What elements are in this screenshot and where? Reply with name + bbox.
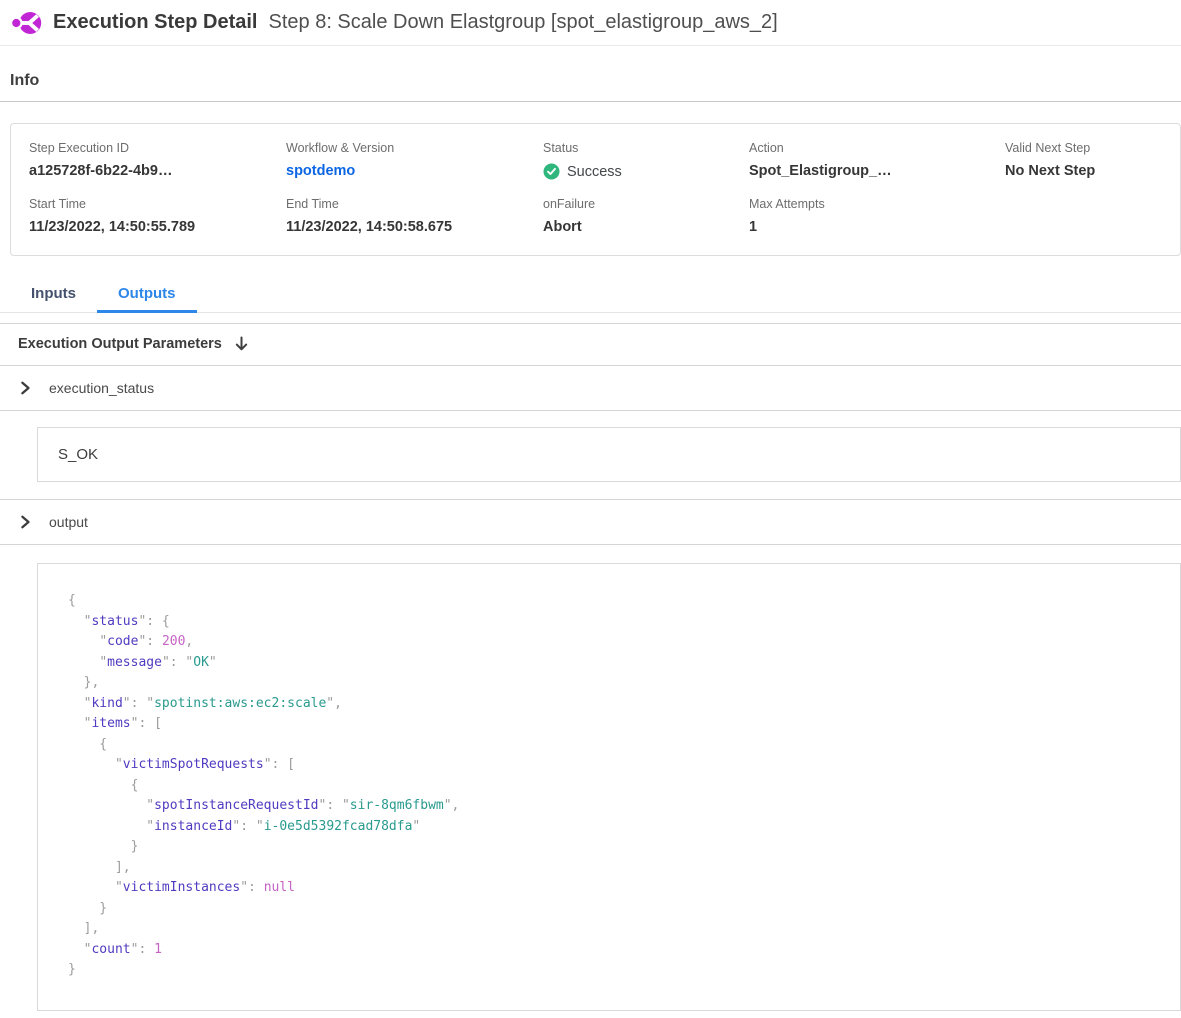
field-value: a125728f-6b22-4b9… (29, 163, 286, 179)
page-subtitle: Step 8: Scale Down Elastgroup [spot_elas… (269, 11, 778, 34)
info-card: Step Execution ID a125728f-6b22-4b9… Wor… (10, 123, 1181, 256)
field-label: Max Attempts (749, 197, 1005, 211)
io-tab-bar: Inputs Outputs (0, 277, 1181, 313)
params-heading-label: Execution Output Parameters (18, 336, 222, 352)
chevron-right-icon[interactable] (18, 515, 32, 529)
field-value: 1 (749, 219, 1005, 235)
success-check-icon (543, 163, 560, 180)
field-label: End Time (286, 197, 543, 211)
field-label: Status (543, 141, 749, 155)
field-label: Valid Next Step (1005, 141, 1162, 155)
chevron-right-icon[interactable] (18, 381, 32, 395)
field-start-time: Start Time 11/23/2022, 14:50:55.789 (29, 197, 286, 235)
execution-output-parameters-heading: Execution Output Parameters (0, 324, 1181, 366)
field-label: Step Execution ID (29, 141, 286, 155)
field-onfailure: onFailure Abort (543, 197, 749, 235)
execution-status-row: execution_status (0, 366, 1181, 411)
field-label: Workflow & Version (286, 141, 543, 155)
field-label: Start Time (29, 197, 286, 211)
output-json-code: { "status": { "code": 200, "message": "O… (68, 591, 1150, 981)
download-outputs-icon[interactable] (234, 336, 249, 352)
status-badge: Success (567, 164, 622, 180)
execution-status-value-box: S_OK (37, 427, 1181, 482)
output-json-box: { "status": { "code": 200, "message": "O… (37, 563, 1181, 1011)
spacer-cell (1005, 197, 1162, 235)
workflow-link[interactable]: spotdemo (286, 163, 543, 179)
info-section-heading: Info (0, 72, 1181, 102)
tab-outputs[interactable]: Outputs (97, 277, 197, 312)
field-label: Action (749, 141, 1005, 155)
output-row: output (0, 500, 1181, 545)
page-title: Execution Step Detail (53, 11, 258, 34)
field-value: 11/23/2022, 14:50:58.675 (286, 219, 543, 235)
param-name-output: output (49, 514, 88, 530)
field-workflow-version: Workflow & Version spotdemo (286, 141, 543, 180)
field-label: onFailure (543, 197, 749, 211)
spacer (0, 313, 1181, 323)
field-end-time: End Time 11/23/2022, 14:50:58.675 (286, 197, 543, 235)
page-header: Execution Step Detail Step 8: Scale Down… (0, 0, 1181, 46)
field-status: Status Success (543, 141, 749, 180)
param-name-execution-status: execution_status (49, 380, 154, 396)
field-value: Abort (543, 219, 749, 235)
field-value: Spot_Elastigroup_… (749, 163, 1005, 179)
field-max-attempts: Max Attempts 1 (749, 197, 1005, 235)
tab-inputs[interactable]: Inputs (10, 277, 97, 312)
field-valid-next-step: Valid Next Step No Next Step (1005, 141, 1162, 180)
field-value: 11/23/2022, 14:50:55.789 (29, 219, 286, 235)
field-value: No Next Step (1005, 163, 1162, 179)
field-step-execution-id: Step Execution ID a125728f-6b22-4b9… (29, 141, 286, 180)
spot-connect-logo-icon (10, 9, 42, 37)
field-action: Action Spot_Elastigroup_… (749, 141, 1005, 180)
